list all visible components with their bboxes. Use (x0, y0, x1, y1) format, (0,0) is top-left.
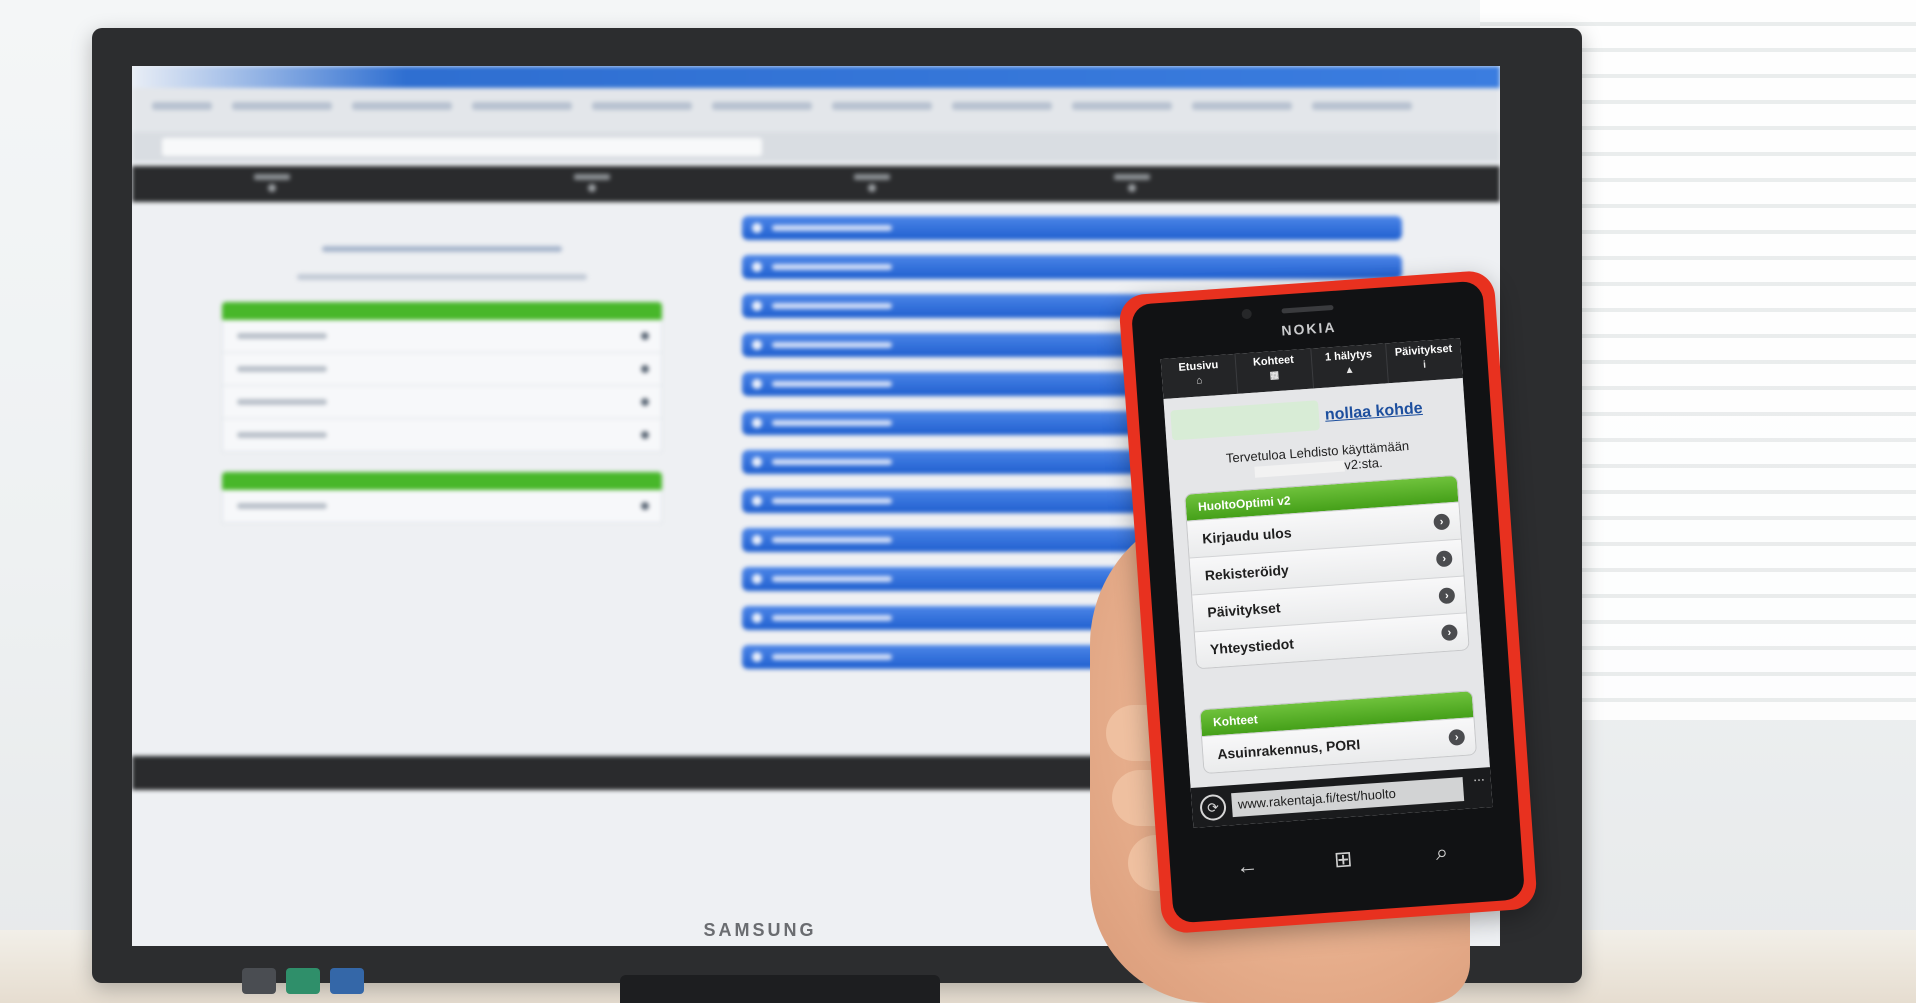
bookmark-item (472, 102, 572, 110)
more-options-icon[interactable]: ... (1472, 768, 1485, 785)
chevron-right-icon: › (1435, 550, 1453, 568)
browser-titlebar (132, 66, 1500, 88)
list-row (222, 419, 662, 452)
menu-item-label: Rekisteröidy (1204, 561, 1290, 584)
url-field (162, 138, 762, 156)
tab-etusivu[interactable]: Etusivu ⌂ (1160, 353, 1239, 399)
smartphone: NOKIA Etusivu ⌂ Kohteet ▦ 1 hälytys ▲ Pä… (1118, 269, 1538, 935)
browser-bookmarks-bar (132, 88, 1500, 133)
welcome-suffix: v2:sta. (1343, 454, 1384, 473)
bookmark-item (232, 102, 332, 110)
blue-menu-button (742, 216, 1402, 240)
menu-item-label: Asuinrakennus, PORI (1216, 736, 1361, 763)
search-icon[interactable]: ⌕ (1435, 839, 1449, 866)
earpiece (1281, 304, 1334, 314)
menu-group-kohteet: Kohteet Asuinrakennus, PORI › (1199, 690, 1478, 775)
list-row (222, 320, 662, 353)
list-header (222, 302, 662, 320)
nav-tab (1092, 174, 1172, 192)
target-row: nollaa kohde (1170, 390, 1462, 442)
nav-tab (832, 174, 912, 192)
list-row (222, 490, 662, 523)
monitor-brand: SAMSUNG (703, 920, 817, 940)
bookmark-item (352, 102, 452, 110)
bookmark-item (832, 102, 932, 110)
reset-target-link[interactable]: nollaa kohde (1324, 400, 1423, 425)
mobile-content: nollaa kohde Tervetuloa Lehdisto käyttäm… (1163, 378, 1490, 789)
bookmark-item (152, 102, 212, 110)
bookmark-item (1312, 102, 1412, 110)
tab-kohteet[interactable]: Kohteet ▦ (1235, 348, 1314, 394)
blurred-text (297, 274, 587, 280)
redacted-text (1254, 460, 1345, 478)
tab-label: Etusivu (1178, 359, 1219, 374)
browser-url-bar (132, 132, 1500, 162)
left-panel (222, 216, 662, 523)
phone-front: NOKIA Etusivu ⌂ Kohteet ▦ 1 hälytys ▲ Pä… (1130, 280, 1526, 924)
menu-item-label: Yhteystiedot (1209, 635, 1295, 658)
alert-icon: ▲ (1344, 364, 1355, 377)
windows-start-icon[interactable]: ⊞ (1333, 846, 1353, 873)
tab-label: Kohteet (1252, 353, 1295, 369)
monitor-stand (620, 975, 940, 1003)
blue-menu-button (742, 255, 1402, 279)
refresh-icon[interactable]: ⟳ (1199, 793, 1227, 822)
front-camera (1241, 308, 1253, 320)
chevron-right-icon: › (1448, 728, 1466, 746)
chevron-right-icon: › (1433, 513, 1451, 531)
grid-icon: ▦ (1269, 369, 1280, 382)
phone-screen: Etusivu ⌂ Kohteet ▦ 1 hälytys ▲ Päivityk… (1160, 338, 1493, 828)
chevron-right-icon: › (1438, 587, 1456, 605)
back-icon[interactable]: ← (1235, 853, 1259, 880)
bookmark-item (1192, 102, 1292, 110)
app-icon (286, 968, 320, 994)
menu-group-huoltooptimi: HuoltoOptimi v2 Kirjaudu ulos › Rekister… (1184, 474, 1470, 670)
bookmark-item (712, 102, 812, 110)
tab-alert[interactable]: 1 hälytys ▲ (1310, 343, 1389, 389)
left-list-2 (222, 472, 662, 523)
hardware-keys: ← ⊞ ⌕ (1169, 824, 1524, 898)
blurred-text (322, 246, 562, 252)
bookmark-item (1072, 102, 1172, 110)
list-row (222, 386, 662, 419)
home-icon: ⌂ (1195, 375, 1203, 387)
tab-label: Päivitykset (1394, 342, 1453, 359)
tab-paivitykset[interactable]: Päivitykset i (1386, 338, 1463, 383)
left-list-1 (222, 302, 662, 452)
nav-tab (552, 174, 632, 192)
list-row (222, 353, 662, 386)
menu-item-label: Kirjaudu ulos (1201, 524, 1293, 547)
app-icon (330, 968, 364, 994)
menu-item-label: Päivitykset (1206, 599, 1281, 621)
bookmark-item (592, 102, 692, 110)
app-icon (242, 968, 276, 994)
tab-label: 1 hälytys (1324, 348, 1373, 364)
url-input[interactable]: www.rakentaja.fi/test/huolto (1231, 777, 1465, 818)
info-icon: i (1422, 359, 1427, 371)
list-header (222, 472, 662, 490)
app-top-nav (132, 166, 1500, 202)
bookmark-item (952, 102, 1052, 110)
redacted-target-name (1170, 400, 1320, 441)
chevron-right-icon: › (1440, 624, 1458, 642)
nav-tab (232, 174, 312, 192)
